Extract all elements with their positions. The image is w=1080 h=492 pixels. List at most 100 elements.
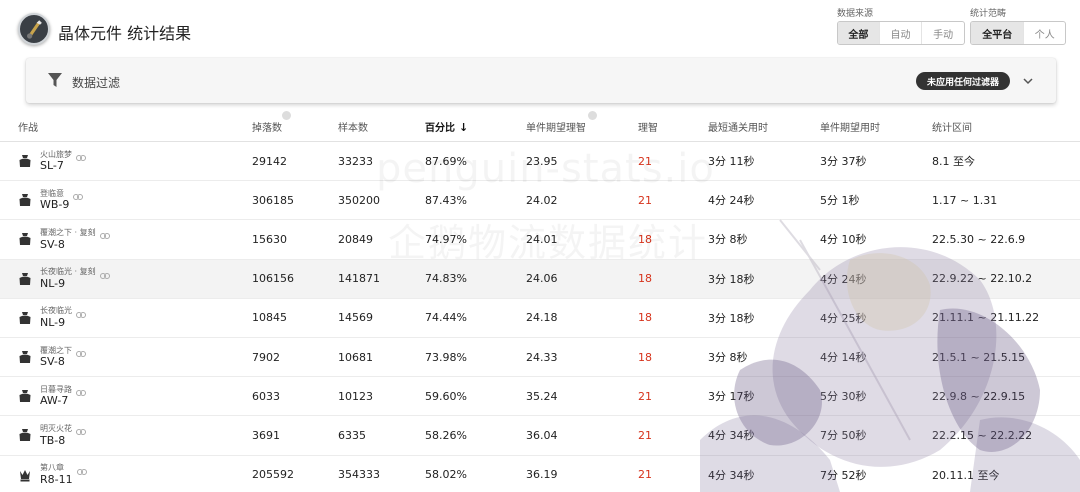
table-row[interactable]: 火山旅梦 SL-7 29142 33233 87.69% 23.95 21 3分… [0, 142, 1080, 182]
stage-text: 覆潮之下 · 复刻 SV-8 [40, 228, 96, 251]
col-min-clear-time[interactable]: 最短通关用时 [708, 119, 768, 134]
stage-code: NL-9 [40, 316, 66, 330]
percent-cell: 87.69% [425, 154, 467, 168]
zone-name: 长夜临光 · 复刻 [40, 267, 96, 277]
col-samples[interactable]: 样本数 [338, 119, 368, 134]
col-stat-period[interactable]: 统计区间 [932, 119, 972, 134]
penguin-logo-icon[interactable] [18, 13, 50, 45]
min-clear-time-cell: 3分 18秒 [708, 272, 755, 286]
stage-cell[interactable]: 明灭火花 TB-8 [18, 416, 86, 454]
zone-name: 第八章 [40, 463, 64, 473]
link-icon[interactable] [76, 429, 86, 436]
help-icon[interactable] [588, 111, 597, 120]
zone-name: 火山旅梦 [40, 149, 72, 159]
drops-cell: 10845 [252, 311, 287, 325]
table-row[interactable]: 明灭火花 TB-8 3691 6335 58.26% 36.04 21 4分 3… [0, 416, 1080, 456]
range-option-personal[interactable]: 个人 [1024, 22, 1065, 44]
samples-cell: 33233 [338, 154, 373, 168]
min-clear-time-cell: 4分 34秒 [708, 429, 755, 443]
link-icon[interactable] [76, 311, 86, 318]
samples-cell: 14569 [338, 311, 373, 325]
stage-text: 登临意 WB-9 [40, 189, 69, 212]
source-option-all[interactable]: 全部 [838, 22, 880, 44]
samples-cell: 10123 [338, 389, 373, 403]
link-icon[interactable] [76, 155, 86, 162]
time-per-item-cell: 4分 10秒 [820, 233, 867, 247]
crate-icon [19, 155, 31, 168]
chess-king-icon [20, 469, 30, 482]
crate-icon [19, 194, 31, 207]
table-row[interactable]: 覆潮之下 · 复刻 SV-8 15630 20849 74.97% 24.01 … [0, 220, 1080, 260]
drops-cell: 6033 [252, 389, 280, 403]
data-source-label: 数据来源 [837, 9, 874, 19]
link-icon[interactable] [99, 233, 110, 240]
sanity-cell: 18 [638, 311, 652, 325]
range-option-global[interactable]: 全平台 [971, 22, 1025, 44]
stage-cell[interactable]: 火山旅梦 SL-7 [18, 142, 86, 180]
link-icon[interactable] [76, 351, 86, 358]
crate-icon [19, 233, 31, 246]
sanity-cell: 18 [638, 350, 652, 364]
filter-status-chip[interactable]: 未应用任何过滤器 [915, 72, 1010, 90]
stage-cell[interactable]: 覆潮之下 · 复刻 SV-8 [18, 220, 110, 258]
samples-cell: 10681 [338, 350, 373, 364]
stat-period-cell: 22.9.8 ~ 22.9.15 [932, 389, 1026, 403]
stat-period-cell: 1.17 ~ 1.31 [932, 193, 998, 207]
link-icon[interactable] [99, 272, 110, 279]
stage-code: WB-9 [40, 198, 70, 212]
stage-code: SV-8 [40, 237, 65, 251]
col-sanity[interactable]: 理智 [638, 119, 658, 134]
link-icon[interactable] [76, 390, 86, 397]
table-row[interactable]: 登临意 WB-9 306185 350200 87.43% 24.02 21 4… [0, 181, 1080, 221]
stat-range-label: 统计范畴 [970, 9, 1007, 19]
min-clear-time-cell: 4分 24秒 [708, 194, 755, 208]
time-per-item-cell: 5分 1秒 [820, 194, 860, 208]
percent-cell: 58.26% [425, 428, 467, 442]
stage-cell[interactable]: 长夜临光 · 复刻 NL-9 [18, 260, 110, 298]
col-time-per-item[interactable]: 单件期望用时 [820, 119, 880, 134]
percent-cell: 74.44% [425, 311, 467, 325]
drops-cell: 29142 [252, 154, 287, 168]
stage-text: 日暮寻路 AW-7 [40, 385, 72, 408]
table-row[interactable]: 覆潮之下 SV-8 7902 10681 73.98% 24.33 18 3分 … [0, 338, 1080, 378]
table-row[interactable]: 第八章 R8-11 205592 354333 58.02% 36.19 21 … [0, 456, 1080, 492]
page-title: 晶体元件 统计结果 [58, 24, 192, 43]
crate-icon [19, 311, 31, 324]
table-row[interactable]: 长夜临光 NL-9 10845 14569 74.44% 24.18 18 3分… [0, 299, 1080, 338]
source-option-auto[interactable]: 自动 [880, 22, 923, 44]
link-icon[interactable] [73, 194, 84, 201]
source-option-manual[interactable]: 手动 [922, 22, 964, 44]
stage-code: TB-8 [40, 433, 66, 447]
filter-icon [48, 73, 62, 87]
col-sanity-per-item[interactable]: 单件期望理智 [526, 111, 597, 134]
stage-cell[interactable]: 覆潮之下 SV-8 [18, 338, 86, 376]
stat-period-cell: 21.11.1 ~ 21.11.22 [932, 311, 1040, 325]
stage-text: 火山旅梦 SL-7 [40, 150, 72, 173]
min-clear-time-cell: 3分 17秒 [708, 390, 755, 404]
stage-cell[interactable]: 日暮寻路 AW-7 [18, 377, 86, 415]
zone-name: 长夜临光 [40, 306, 72, 316]
stage-code: NL-9 [40, 276, 66, 290]
col-stage[interactable]: 作战 [18, 119, 38, 134]
sanity-per-item-cell: 36.19 [526, 468, 558, 482]
filter-panel[interactable]: 数据过滤 未应用任何过滤器 [26, 58, 1056, 103]
stage-cell[interactable]: 登临意 WB-9 [18, 181, 84, 219]
stage-cell[interactable]: 长夜临光 NL-9 [18, 299, 86, 337]
help-icon[interactable] [282, 111, 291, 120]
link-icon[interactable] [76, 468, 87, 475]
stage-cell[interactable]: 第八章 R8-11 [18, 456, 87, 492]
min-clear-time-cell: 3分 8秒 [708, 351, 748, 365]
zone-name: 覆潮之下 [40, 345, 72, 355]
stat-period-cell: 22.5.30 ~ 22.6.9 [932, 232, 1026, 246]
col-percent[interactable]: 百分比 ↓ [425, 119, 468, 134]
col-drops[interactable]: 掉落数 [252, 111, 291, 134]
stage-text: 明灭火花 TB-8 [40, 424, 72, 447]
table-row[interactable]: 长夜临光 · 复刻 NL-9 106156 141871 74.83% 24.0… [0, 259, 1080, 299]
samples-cell: 354333 [338, 468, 380, 482]
col-sanity-per-item-label: 单件期望理智 [526, 123, 586, 134]
stage-text: 覆潮之下 SV-8 [40, 346, 72, 369]
drops-cell: 306185 [252, 193, 294, 207]
chevron-down-icon[interactable] [1022, 75, 1034, 87]
sanity-cell: 21 [638, 193, 652, 207]
table-row[interactable]: 日暮寻路 AW-7 6033 10123 59.60% 35.24 21 3分 … [0, 377, 1080, 417]
